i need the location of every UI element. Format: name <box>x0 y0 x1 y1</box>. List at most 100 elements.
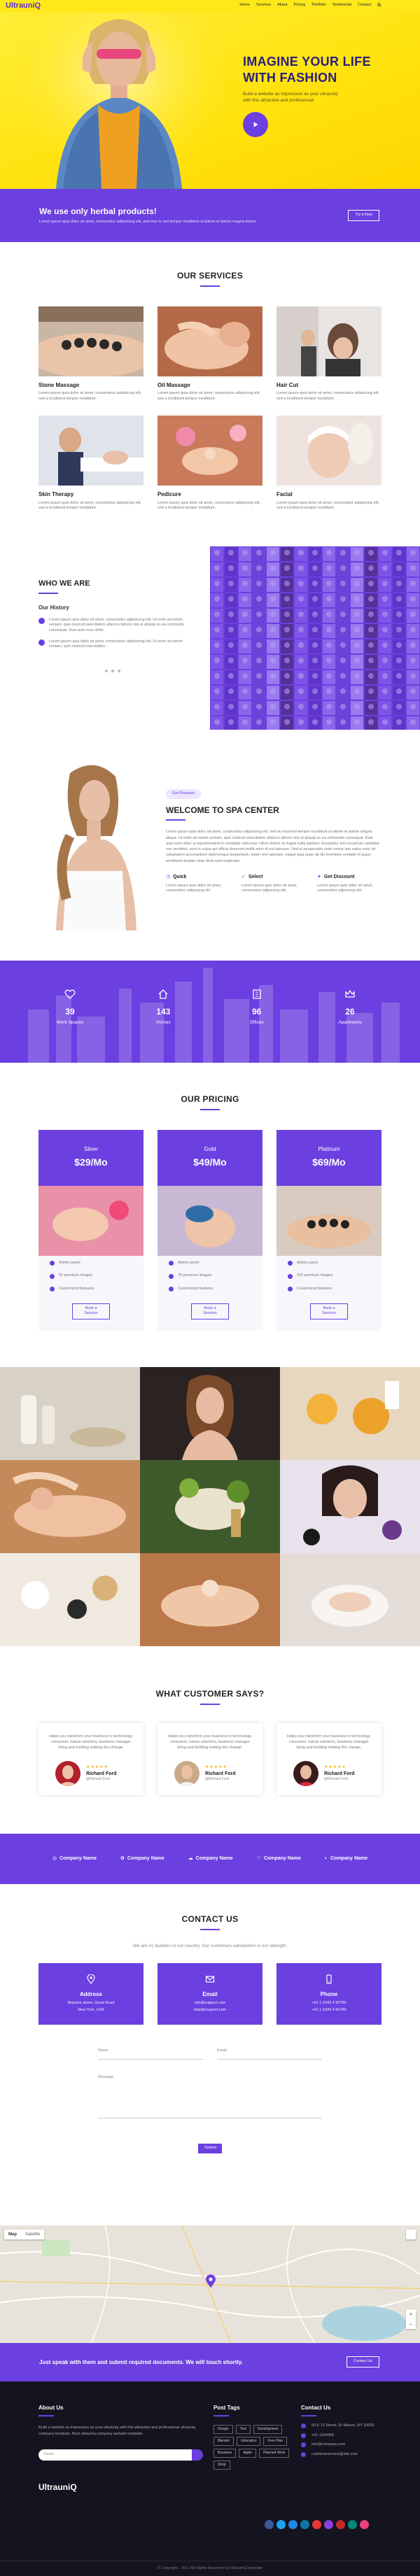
search-icon[interactable] <box>377 3 382 10</box>
hero-title: IMAGINE YOUR LIFE WITH FASHION <box>243 55 371 85</box>
hair-cut-image <box>276 306 382 376</box>
partner-logo[interactable]: ◎ Company Name <box>52 1856 97 1861</box>
footer-contact: Contact Us 60 E 13 Street, Dr Manzo, NY … <box>301 2404 385 2458</box>
post-tag[interactable]: Design <box>214 2424 233 2434</box>
service-name: Pedicure <box>158 491 181 498</box>
site-logo[interactable]: UltrauniQ <box>6 1 41 11</box>
rss-icon[interactable] <box>360 2519 369 2529</box>
company-logo-icon: ✿ <box>120 1856 125 1862</box>
card-line: +01 1 2345 4 56789 <box>312 2000 346 2005</box>
map-tab-map[interactable]: Map <box>4 2230 21 2239</box>
feature-item: ✓ Select Lorem ipsum quis dolor sit amet,… <box>241 874 303 894</box>
stat-item: 143 Homes <box>132 989 195 1026</box>
plan-header: Silver $29/Mo <box>38 1129 144 1186</box>
nav-home[interactable]: Home <box>239 3 250 10</box>
post-tag[interactable]: Shop <box>214 2460 230 2470</box>
partner-logo[interactable]: ♡ Company Name <box>257 1856 301 1861</box>
stat-item: 96 Offices <box>225 989 288 1026</box>
title-divider <box>38 2414 54 2416</box>
newsletter-email-input[interactable]: Email <box>38 2449 192 2461</box>
partner-logo[interactable]: ☁ Company Name <box>188 1856 233 1861</box>
plan-name: Platinum <box>318 1145 340 1152</box>
plan-feature: Admin panel <box>158 1258 262 1269</box>
partner-logos: ◎ Company Name ✿ Company Name ☁ Company Nam… <box>0 1833 420 1884</box>
partner-logo[interactable]: ✿ Company Name <box>120 1856 164 1861</box>
play-video-button[interactable] <box>243 112 268 138</box>
gallery-image[interactable] <box>140 1553 280 1647</box>
nav-testimonial[interactable]: Testimonial <box>332 3 352 10</box>
post-tag[interactable]: Apple <box>239 2448 257 2458</box>
map-pin-icon[interactable] <box>206 2274 216 2291</box>
zoom-controls[interactable]: + − <box>406 2309 416 2329</box>
service-card[interactable]: Facial Lorem ipsum quia dolor sit amet, … <box>276 416 382 511</box>
service-card[interactable]: Stone Massage Lorem ipsum quia dolor sit… <box>38 306 144 402</box>
service-card[interactable]: Oil Massage Lorem ipsum quia dolor sit a… <box>158 306 262 402</box>
contact-us-button[interactable]: Contact Us <box>346 2356 379 2368</box>
services-section: OUR SERVICES Stone Massage Lorem ipsum q… <box>0 242 420 545</box>
footer-tags: Post Tags Design Tool Development Blende… <box>214 2404 298 2470</box>
google-plus-icon[interactable] <box>288 2519 298 2529</box>
gallery-image[interactable] <box>140 1367 280 1461</box>
email-field[interactable]: Email <box>217 2048 322 2060</box>
testimonials-title: WHAT CUSTOMER SAYS? <box>155 1689 265 1699</box>
card-line: help@support.com <box>193 2008 227 2013</box>
vimeo-icon[interactable] <box>348 2519 357 2529</box>
map-tab-satellite[interactable]: Satellite <box>21 2230 44 2239</box>
post-tag[interactable]: Business <box>214 2448 237 2458</box>
plan-feature: Customized features <box>158 1284 262 1295</box>
main-menu: Home Services About Pricing Portfolio Te… <box>239 3 382 10</box>
footer-logo[interactable]: UltrauniQ <box>38 2482 203 2493</box>
stat-label: Offices <box>249 1019 264 1025</box>
gallery-image[interactable] <box>140 1460 280 1554</box>
service-card[interactable]: Skin Therapy Lorem ipsum quia dolor sit … <box>38 416 144 511</box>
book-session-button[interactable]: Book a Session <box>310 1303 348 1320</box>
fullscreen-button[interactable] <box>406 2229 416 2239</box>
service-card[interactable]: Pedicure Lorem ipsum quia dolor sit amet… <box>158 416 262 511</box>
name-field[interactable]: Name <box>98 2048 203 2060</box>
gallery-image[interactable] <box>0 1553 140 1647</box>
footer-contact-line: info@company.com <box>301 2442 385 2448</box>
feature-desc: Lorem ipsum quis dolor sit amet, consect… <box>317 883 373 893</box>
feature-title: Get Discount <box>323 874 355 879</box>
gallery-image[interactable] <box>280 1367 420 1461</box>
gallery-image[interactable] <box>0 1367 140 1461</box>
gallery-image[interactable] <box>280 1553 420 1647</box>
twitter-icon[interactable] <box>276 2519 286 2529</box>
location-map[interactable]: Map Satellite + − <box>0 2225 420 2343</box>
message-field[interactable]: Message <box>98 2075 322 2119</box>
top-navbar: UltrauniQ Home Services About Pricing Po… <box>0 0 420 13</box>
subscribe-button[interactable] <box>192 2449 203 2461</box>
nav-contact[interactable]: Contact <box>358 3 371 10</box>
slider-dot[interactable] <box>111 669 114 672</box>
nav-services[interactable]: Services <box>256 3 271 10</box>
pricing-plan-platinum: Platinum $69/Mo Admin panel 100 premium … <box>276 1129 382 1331</box>
nav-pricing[interactable]: Pricing <box>294 3 306 10</box>
youtube-icon[interactable] <box>312 2519 321 2529</box>
post-tag[interactable]: Blender <box>214 2436 234 2446</box>
post-tag[interactable]: Development <box>253 2424 283 2434</box>
nav-about[interactable]: About <box>277 3 287 10</box>
linkedin-icon[interactable] <box>300 2519 309 2529</box>
book-session-button[interactable]: Book a Session <box>72 1303 110 1320</box>
try-now-button[interactable]: Try it Now <box>348 210 379 221</box>
post-tag[interactable]: Education <box>237 2436 261 2446</box>
partner-logo[interactable]: ◐ Company Name <box>325 1856 368 1861</box>
instagram-icon[interactable] <box>324 2519 333 2529</box>
slider-dot[interactable] <box>118 669 120 672</box>
post-tag[interactable]: Free Plan <box>263 2436 288 2446</box>
nav-portfolio[interactable]: Portfolio <box>312 3 326 10</box>
book-session-button[interactable]: Book a Session <box>191 1303 229 1320</box>
post-tag[interactable]: Planned Work <box>259 2448 290 2458</box>
gallery-image[interactable] <box>280 1460 420 1554</box>
plan-price: $49/Mo <box>193 1156 227 1168</box>
slider-dot[interactable] <box>105 669 108 672</box>
service-card[interactable]: Hair Cut Lorem ipsum quia dolor sit amet… <box>276 306 382 402</box>
services-title: OUR SERVICES <box>176 271 244 281</box>
gallery-image[interactable] <box>0 1460 140 1554</box>
pinterest-icon[interactable] <box>336 2519 345 2529</box>
submit-button[interactable]: Submit <box>198 2144 222 2153</box>
bullet-icon <box>38 617 45 624</box>
facebook-icon[interactable] <box>265 2519 274 2529</box>
post-tag[interactable]: Tool <box>235 2424 251 2434</box>
check-icon <box>169 1287 174 1292</box>
